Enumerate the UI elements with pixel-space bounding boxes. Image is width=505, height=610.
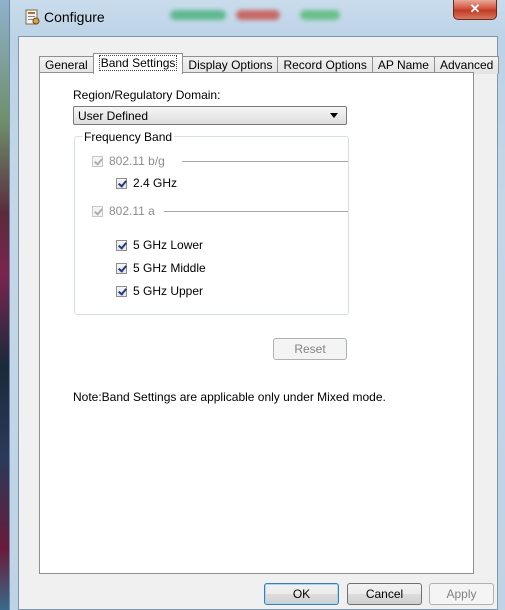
band-5ghz-upper-checkbox[interactable]: 5 GHz Upper xyxy=(116,283,203,299)
configure-app-icon xyxy=(25,9,40,25)
band-80211a-label: 802.11 a xyxy=(109,204,155,218)
tab-label: Band Settings xyxy=(98,55,178,71)
ok-button[interactable]: OK xyxy=(264,583,339,605)
dialog-client-area: General Band Settings Display Options Re… xyxy=(18,36,500,610)
chevron-down-icon xyxy=(330,113,338,118)
tab-strip: General Band Settings Display Options Re… xyxy=(39,53,500,74)
region-dropdown[interactable]: User Defined xyxy=(73,106,347,125)
reset-button[interactable]: Reset xyxy=(273,338,347,360)
blurred-title-detail xyxy=(300,10,340,20)
tab-label: AP Name xyxy=(377,58,429,72)
band-80211a-checkbox[interactable]: 802.11 a xyxy=(92,203,155,219)
blurred-title-detail xyxy=(236,10,280,20)
band-80211bg-checkbox[interactable]: 802.11 b/g xyxy=(92,153,165,169)
frequency-band-legend: Frequency Band xyxy=(82,130,175,144)
apply-button[interactable]: Apply xyxy=(429,583,494,605)
cancel-button[interactable]: Cancel xyxy=(347,583,422,605)
band-settings-panel: Region/Regulatory Domain: User Defined F… xyxy=(39,72,474,574)
window-title: Configure xyxy=(44,9,105,25)
checkbox-checked-icon xyxy=(116,239,127,251)
region-selected-value: User Defined xyxy=(78,109,149,123)
band-5ghz-middle-checkbox[interactable]: 5 GHz Middle xyxy=(116,260,206,276)
band-5ghz-lower-checkbox[interactable]: 5 GHz Lower xyxy=(116,237,203,253)
band-24ghz-checkbox[interactable]: 2.4 GHz xyxy=(116,175,177,191)
tab-label: Record Options xyxy=(283,58,367,72)
checkbox-checked-icon xyxy=(92,205,103,217)
configure-window: Configure ✕ General Band Settings Displa… xyxy=(9,0,505,610)
checkbox-checked-icon xyxy=(116,177,127,189)
band-80211bg-label: 802.11 b/g xyxy=(109,154,165,168)
checkbox-checked-icon xyxy=(116,262,127,274)
tab-label: General xyxy=(45,58,88,72)
close-icon: ✕ xyxy=(469,1,481,16)
tab-label: Display Options xyxy=(188,58,273,72)
band-settings-note: Note:Band Settings are applicable only u… xyxy=(73,390,386,404)
band-5ghz-lower-label: 5 GHz Lower xyxy=(133,238,204,252)
band-5ghz-middle-label: 5 GHz Middle xyxy=(133,261,206,275)
tab-band-settings[interactable]: Band Settings xyxy=(92,53,184,74)
close-button[interactable]: ✕ xyxy=(453,0,497,20)
region-label: Region/Regulatory Domain: xyxy=(73,88,221,102)
desktop-background-strip xyxy=(0,0,9,610)
band-5ghz-upper-label: 5 GHz Upper xyxy=(133,284,204,298)
blurred-title-detail xyxy=(170,10,226,20)
checkbox-checked-icon xyxy=(92,155,103,167)
separator-line xyxy=(164,211,348,212)
checkbox-checked-icon xyxy=(116,285,127,297)
band-24ghz-label: 2.4 GHz xyxy=(133,176,178,190)
separator-line xyxy=(182,161,348,162)
tab-label: Advanced xyxy=(439,58,494,72)
